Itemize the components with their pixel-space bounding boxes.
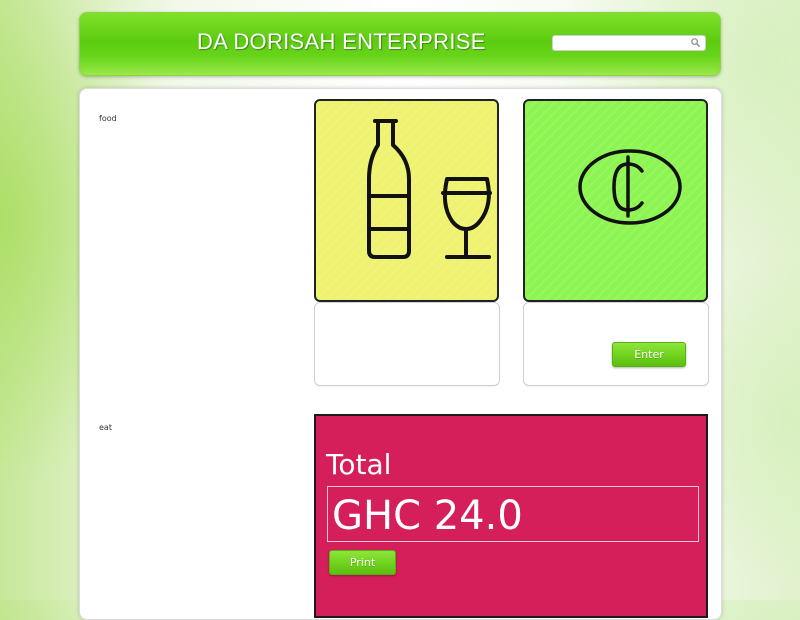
sidebar-item-eat[interactable]: eat	[99, 423, 112, 432]
search-box[interactable]	[552, 35, 706, 56]
total-label: Total	[326, 448, 392, 481]
enter-button[interactable]: Enter	[612, 342, 686, 367]
drinks-tile[interactable]	[314, 99, 499, 302]
search-icon[interactable]	[690, 37, 701, 48]
search-input[interactable]	[553, 42, 689, 56]
sidebar-item-food[interactable]: food	[99, 114, 117, 123]
header-bar: DA DORISAH ENTERPRISE	[79, 12, 721, 76]
total-panel: Total GHC 24.0 Print	[314, 414, 708, 618]
cedi-payment-tile[interactable]	[523, 99, 708, 302]
total-amount-box: GHC 24.0	[327, 486, 699, 542]
site-title: DA DORISAH ENTERPRISE	[197, 29, 486, 54]
item-details-box	[314, 302, 500, 386]
bottle-and-wine-glass-icon	[367, 119, 492, 259]
total-amount: GHC 24.0	[332, 493, 523, 539]
print-button[interactable]: Print	[329, 550, 396, 575]
cedi-coin-icon	[578, 149, 682, 225]
